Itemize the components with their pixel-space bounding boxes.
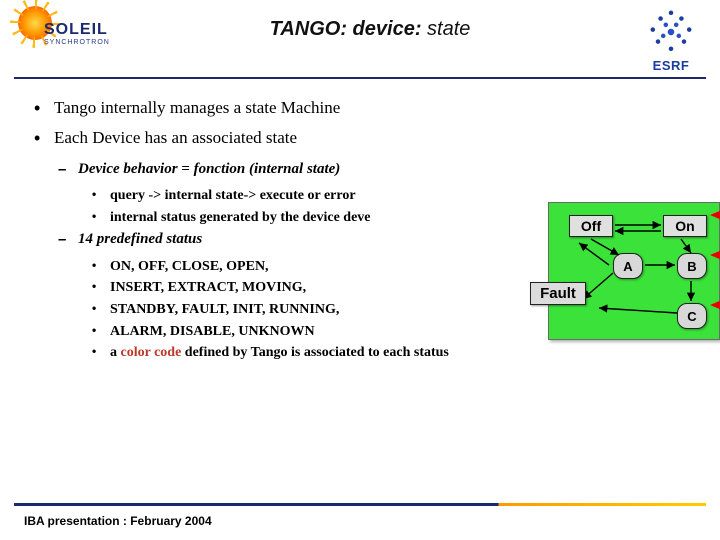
bullet-2-text: Each Device has an associated state xyxy=(54,128,297,147)
state-diagram: Off On A B C Fault xyxy=(538,190,720,360)
state-a: A xyxy=(613,253,643,279)
state-on: On xyxy=(663,215,707,237)
red-arrow-icon xyxy=(710,250,720,260)
state-c: C xyxy=(677,303,707,329)
slide-title: TANGO: device: state xyxy=(104,8,636,41)
esrf-label: ESRF xyxy=(636,58,706,73)
subbullet-predefined-text: 14 predefined status xyxy=(78,231,202,247)
diagram-board: Off On A B C xyxy=(548,202,720,340)
colorcode-post: defined by Tango is associated to each s… xyxy=(181,345,449,360)
title-bold: device: xyxy=(353,18,427,40)
esrf-graphic-icon xyxy=(645,8,697,56)
state-off: Off xyxy=(569,215,613,237)
soleil-subtitle: SYNCHROTRON xyxy=(44,39,110,46)
subbullet-behavior-text: Device behavior = fonction (internal sta… xyxy=(78,161,340,177)
colorcode-word: color code xyxy=(121,345,182,360)
bullet-1: Tango internally manages a state Machine xyxy=(34,95,692,121)
soleil-word: SOLEIL xyxy=(44,22,108,38)
state-b: B xyxy=(677,253,707,279)
title-prefix: TANGO: xyxy=(270,18,353,40)
soleil-logo: SOLEIL SYNCHROTRON xyxy=(14,8,104,62)
slide-header: SOLEIL SYNCHROTRON TANGO: device: state … xyxy=(0,0,720,73)
footer-divider xyxy=(14,503,706,506)
red-arrow-icon xyxy=(710,300,720,310)
footer-text: IBA presentation : February 2004 xyxy=(24,514,212,528)
colorcode-pre: a xyxy=(110,345,121,360)
title-tail: state xyxy=(427,18,470,40)
esrf-logo: ESRF xyxy=(636,8,706,73)
red-arrow-icon xyxy=(710,210,720,220)
state-fault: Fault xyxy=(530,282,586,305)
